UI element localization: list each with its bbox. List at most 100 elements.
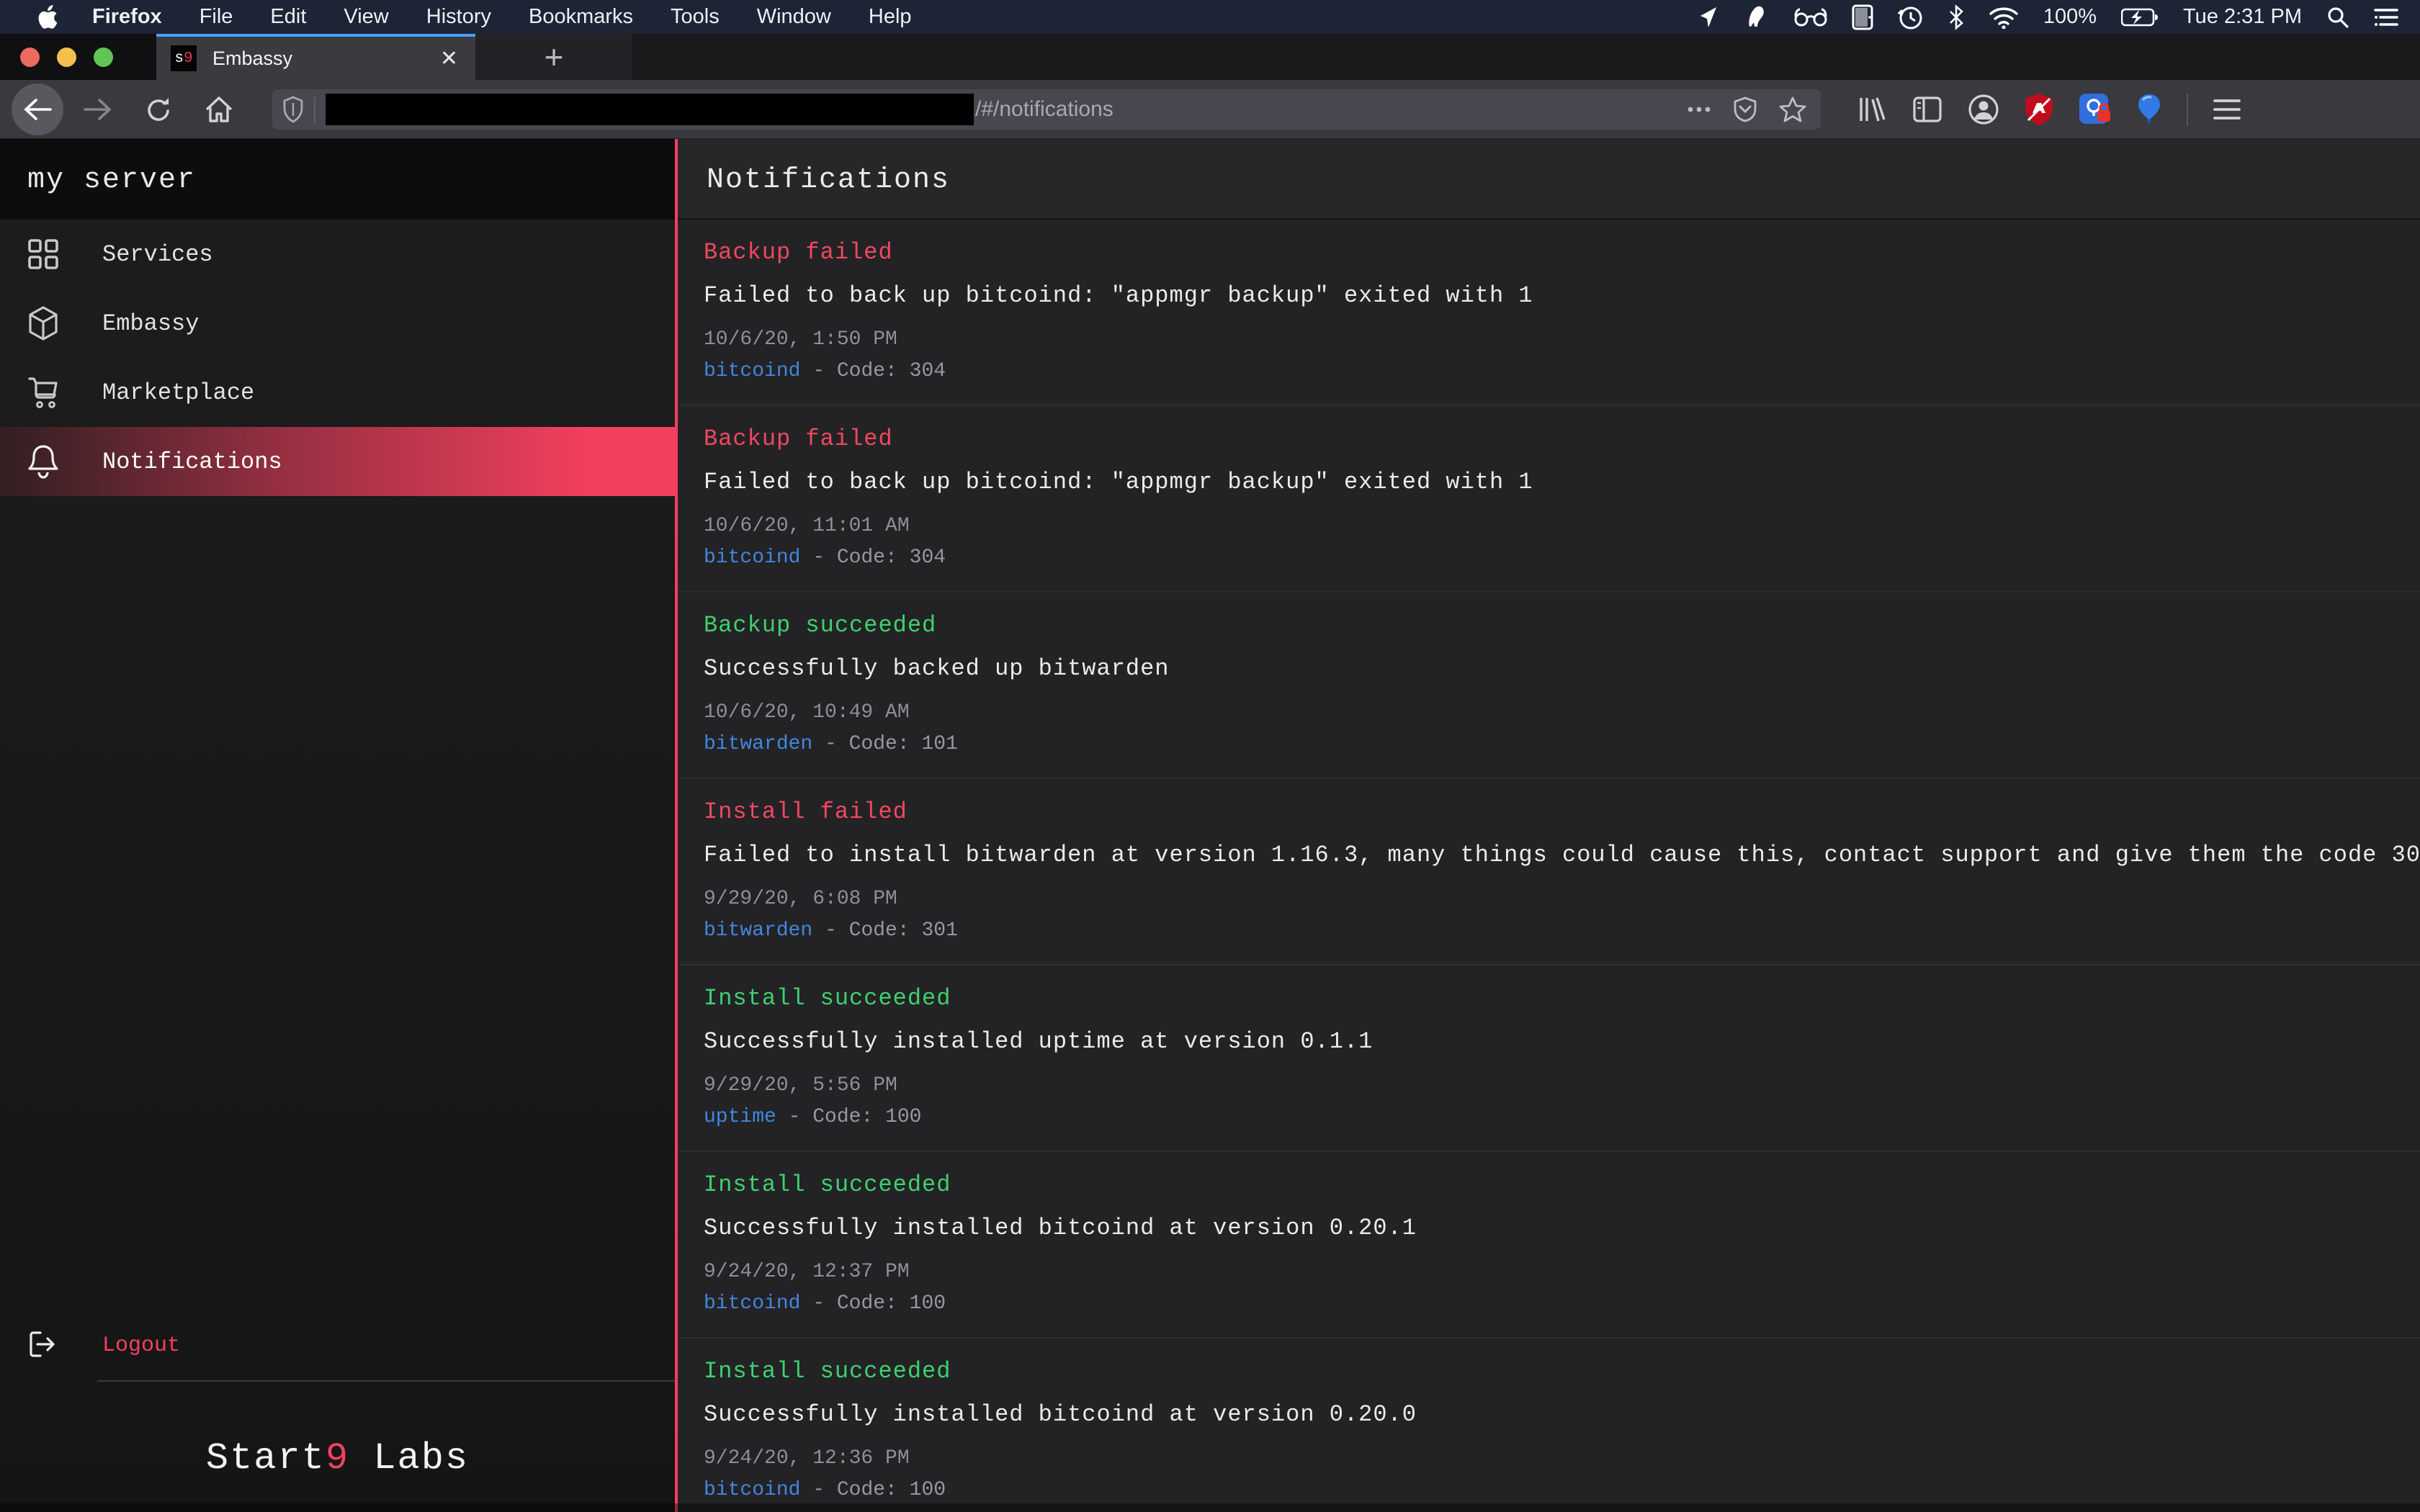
notification-code: - Code: 304 — [812, 546, 946, 569]
menubar-menu-item[interactable]: File — [200, 5, 233, 29]
eyeglasses-icon[interactable] — [1794, 6, 1827, 28]
toolbar-separator — [2187, 94, 2188, 125]
spotlight-search-icon[interactable] — [2326, 6, 2349, 29]
window-bottom-edge — [0, 1503, 2420, 1512]
url-bar[interactable]: /#/notifications — [272, 89, 1821, 130]
server-header: my server — [0, 139, 675, 220]
zoom-window-button[interactable] — [94, 48, 113, 67]
account-icon[interactable] — [1968, 94, 1999, 125]
notification-item[interactable]: Install succeeded Successfully installed… — [678, 1152, 2420, 1338]
embassy-app: my server Services Embassy Marketplace N — [0, 139, 2420, 1512]
minimize-window-button[interactable] — [57, 48, 76, 67]
hamburger-menu-icon[interactable] — [2213, 98, 2241, 121]
menubar-menus: File Edit View History Bookmarks Tools W… — [200, 5, 912, 29]
library-icon[interactable] — [1855, 94, 1887, 125]
sidebar-item-services[interactable]: Services — [0, 220, 675, 289]
pocket-icon[interactable] — [1733, 96, 1757, 122]
menubar-menu-item[interactable]: Bookmarks — [529, 5, 633, 29]
notification-code-line: bitcoind - Code: 100 — [704, 1292, 2398, 1316]
battery-icon — [2121, 7, 2159, 27]
logout-button[interactable]: Logout — [0, 1311, 675, 1380]
menubar-menu-item[interactable]: Edit — [270, 5, 306, 29]
bookmark-star-icon[interactable] — [1779, 96, 1806, 122]
notification-item[interactable]: Install failed Failed to install bitward… — [678, 779, 2420, 966]
notification-title: Backup failed — [704, 238, 2398, 267]
tracking-shield-icon[interactable] — [282, 96, 304, 123]
notification-description: Failed to back up bitcoind: "appmgr back… — [704, 468, 2398, 497]
sidebars-icon[interactable] — [1912, 94, 1943, 125]
menubar-menu-item[interactable]: Tools — [671, 5, 720, 29]
menubar-app-name[interactable]: Firefox — [92, 5, 162, 29]
url-path[interactable]: /#/notifications — [975, 97, 1687, 122]
notification-item[interactable]: Backup succeeded Successfully backed up … — [678, 593, 2420, 779]
macos-menubar: Firefox File Edit View History Bookmarks… — [0, 0, 2420, 34]
sidecar-display-icon[interactable] — [1852, 4, 1873, 30]
service-link[interactable]: bitcoind — [704, 360, 800, 382]
menubar-menu-item[interactable]: Window — [757, 5, 831, 29]
notification-timestamp: 9/29/20, 5:56 PM — [704, 1074, 2398, 1098]
notification-code-line: bitcoind - Code: 100 — [704, 1478, 2398, 1503]
close-window-button[interactable] — [20, 48, 40, 67]
notification-item[interactable]: Install succeeded Successfully installed… — [678, 966, 2420, 1152]
window-controls — [0, 34, 156, 80]
new-tab-button[interactable]: + — [475, 34, 632, 80]
notification-code-line: uptime - Code: 100 — [704, 1105, 2398, 1130]
sidebar-item-label: Services — [102, 241, 213, 268]
bell-icon — [27, 444, 59, 480]
service-link[interactable]: bitwarden — [704, 919, 812, 942]
tab-favicon: s9 — [171, 45, 197, 71]
tab-embassy[interactable]: s9 Embassy ✕ — [156, 34, 475, 80]
notification-timestamp: 9/24/20, 12:36 PM — [704, 1446, 2398, 1471]
notification-title: Install succeeded — [704, 984, 2398, 1013]
menubar-clock[interactable]: Tue 2:31 PM — [2183, 5, 2302, 29]
bluetooth-icon[interactable] — [1948, 4, 1964, 30]
service-link[interactable]: bitcoind — [704, 1292, 800, 1315]
service-link[interactable]: uptime — [704, 1106, 776, 1128]
notification-item[interactable]: Install succeeded Successfully installed… — [678, 1338, 2420, 1512]
service-link[interactable]: bitwarden — [704, 733, 812, 755]
onepassword-icon[interactable] — [2079, 93, 2112, 126]
firefox-nav-toolbar: /#/notifications — [0, 80, 2420, 139]
notification-description: Successfully installed bitcoind at versi… — [704, 1214, 2398, 1243]
service-link[interactable]: bitcoind — [704, 546, 800, 569]
notification-title: Install succeeded — [704, 1171, 2398, 1200]
sidebar-item-marketplace[interactable]: Marketplace — [0, 358, 675, 427]
tab-strip-empty — [632, 34, 2420, 80]
firefox-tab-bar: s9 Embassy ✕ + — [0, 34, 2420, 80]
balloon-extension-icon[interactable] — [2136, 93, 2162, 126]
notification-timestamp: 10/6/20, 1:50 PM — [704, 328, 2398, 352]
wifi-icon[interactable] — [1989, 6, 2019, 29]
notification-code-line: bitcoind - Code: 304 — [704, 546, 2398, 570]
time-machine-icon[interactable] — [1898, 4, 1924, 30]
menubar-status-area: 100% Tue 2:31 PM — [1698, 4, 2398, 30]
location-arrow-icon[interactable] — [1698, 6, 1719, 29]
page-actions-icon[interactable] — [1687, 106, 1711, 113]
menubar-menu-item[interactable]: View — [344, 5, 388, 29]
notification-code: - Code: 301 — [825, 919, 958, 942]
sidebar-item-label: Notifications — [102, 449, 282, 475]
service-link[interactable]: bitcoind — [704, 1479, 800, 1501]
apple-logo-icon[interactable] — [37, 5, 58, 30]
notification-title: Install succeeded — [704, 1357, 2398, 1386]
notification-timestamp: 10/6/20, 10:49 AM — [704, 701, 2398, 725]
home-button[interactable] — [192, 82, 246, 137]
sidebar-item-label: Marketplace — [102, 379, 254, 406]
notification-code-line: bitwarden - Code: 101 — [704, 732, 2398, 757]
reload-button[interactable] — [131, 82, 186, 137]
sidebar-spacer — [0, 496, 675, 1311]
notification-code: - Code: 100 — [812, 1479, 946, 1501]
menu-list-icon[interactable] — [2374, 7, 2398, 27]
notification-description: Failed to back up bitcoind: "appmgr back… — [704, 282, 2398, 310]
forward-button[interactable] — [71, 82, 125, 137]
notification-item[interactable]: Backup failed Failed to back up bitcoind… — [678, 220, 2420, 406]
sidebar-item-embassy[interactable]: Embassy — [0, 289, 675, 358]
sidebar-item-notifications[interactable]: Notifications — [0, 427, 675, 496]
notification-item[interactable]: Backup failed Failed to back up bitcoind… — [678, 406, 2420, 593]
page-title: Notifications — [707, 164, 950, 197]
back-button[interactable] — [10, 82, 65, 137]
menubar-menu-item[interactable]: History — [426, 5, 491, 29]
adblock-icon[interactable] — [2024, 93, 2054, 126]
menubar-menu-item[interactable]: Help — [869, 5, 912, 29]
vpn-app-icon[interactable] — [1744, 5, 1770, 30]
tab-close-icon[interactable]: ✕ — [436, 46, 462, 71]
